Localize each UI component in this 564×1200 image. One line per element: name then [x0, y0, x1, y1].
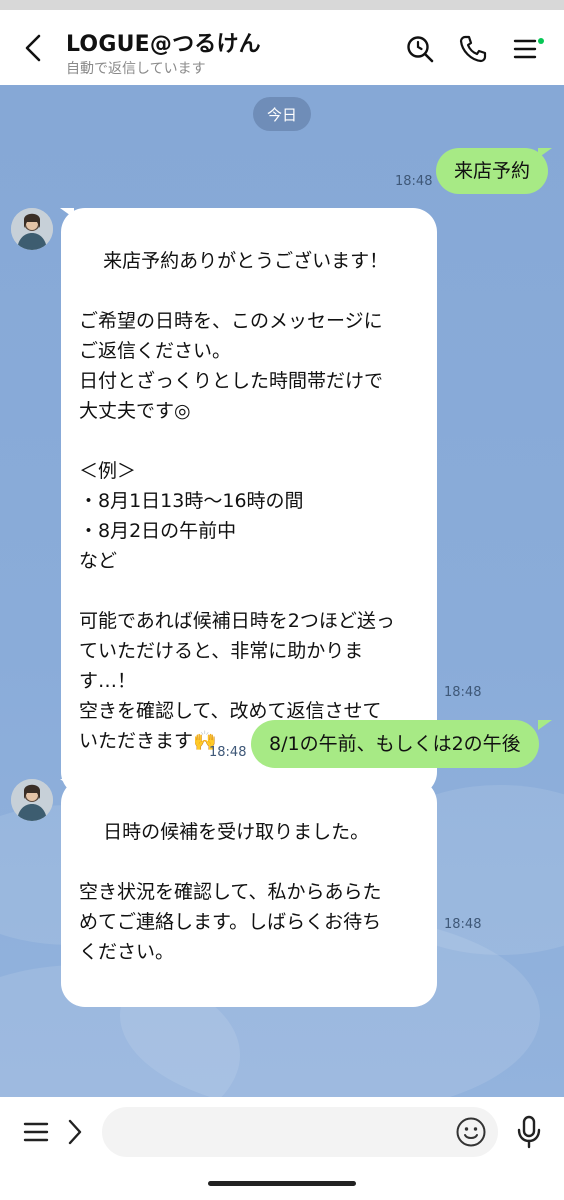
chevron-right-icon — [68, 1119, 82, 1145]
message-text: 来店予約ありがとうございます！ ご希望の日時を、このメッセージに ご返信ください… — [79, 250, 395, 752]
outgoing-message[interactable]: 8/1の午前、もしくは2の午後 — [251, 720, 539, 768]
status-strip — [0, 0, 564, 10]
outgoing-message[interactable]: 来店予約 — [436, 148, 549, 194]
chat-messages[interactable]: 今日 18:48 来店予約 来店予約ありがとうございます！ ご希望の日時を、この… — [0, 85, 564, 1097]
profile-photo — [11, 208, 53, 250]
chat-header: LOGUE@つるけん 自動で返信しています — [0, 10, 564, 85]
search-button[interactable] — [403, 32, 437, 66]
bubble-tail — [538, 720, 552, 730]
notification-dot — [538, 38, 544, 44]
profile-photo — [11, 779, 53, 821]
message-time: 18:48 — [444, 917, 482, 932]
message-input[interactable] — [102, 1107, 498, 1157]
back-button[interactable] — [18, 30, 48, 66]
message-input-bar — [0, 1097, 564, 1200]
message-text: 来店予約 — [454, 160, 531, 182]
home-indicator[interactable] — [208, 1181, 356, 1186]
avatar[interactable] — [11, 779, 53, 821]
microphone-icon — [517, 1115, 541, 1149]
menu-button[interactable] — [508, 32, 542, 66]
avatar[interactable] — [11, 208, 53, 250]
message-time: 18:48 — [444, 685, 482, 700]
message-text: 日時の候補を受け取りました。 空き状況を確認して、私からあらた めてご連絡します… — [79, 821, 382, 963]
call-button[interactable] — [456, 32, 490, 66]
chat-title: LOGUE@つるけん — [66, 32, 261, 57]
incoming-message[interactable]: 日時の候補を受け取りました。 空き状況を確認して、私からあらた めてご連絡します… — [61, 779, 437, 1007]
menu-icon — [513, 39, 537, 59]
emoji-icon — [456, 1117, 486, 1147]
auto-reply-status: 自動で返信しています — [66, 61, 206, 77]
search-icon — [407, 36, 434, 63]
date-separator: 今日 — [253, 97, 311, 131]
message-time: 18:48 — [395, 174, 433, 189]
emoji-button[interactable] — [454, 1115, 488, 1149]
back-icon — [25, 34, 41, 62]
menu-icon — [23, 1122, 49, 1142]
incoming-message[interactable]: 来店予約ありがとうございます！ ご希望の日時を、このメッセージに ご返信ください… — [61, 208, 437, 796]
phone-icon — [459, 35, 487, 63]
expand-button[interactable] — [62, 1115, 88, 1149]
bubble-tail — [538, 148, 552, 158]
menu-toggle-button[interactable] — [20, 1115, 52, 1149]
message-text: 8/1の午前、もしくは2の午後 — [269, 733, 521, 755]
message-time: 18:48 — [209, 745, 247, 760]
voice-input-button[interactable] — [512, 1113, 546, 1151]
